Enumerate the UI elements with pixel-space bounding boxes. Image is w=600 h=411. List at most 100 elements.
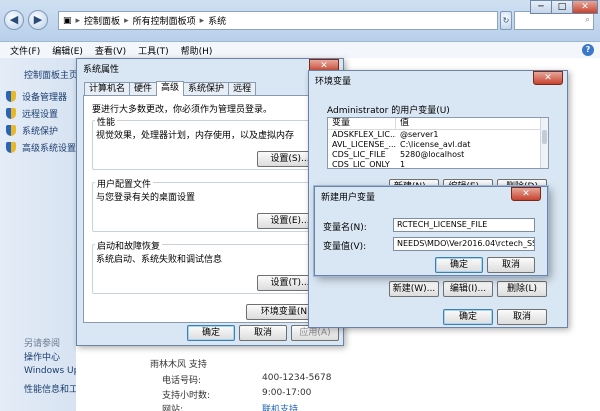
newvar-close-button[interactable]: ✕ — [511, 187, 541, 201]
group-title: 用户配置文件 — [95, 177, 154, 190]
breadcrumb-item[interactable]: 所有控制面板项 — [133, 14, 196, 27]
menu-view[interactable]: 查看(V) — [95, 44, 126, 57]
sidebar-item-protection[interactable]: 系统保护 — [6, 124, 58, 137]
tab-remote[interactable]: 远程 — [228, 82, 257, 96]
table-row[interactable]: CDS_LIC_ONLY 1 — [328, 160, 548, 169]
address-bar[interactable]: ▣ ▸ 控制面板 ▸ 所有控制面板项 ▸ 系统 — [58, 11, 498, 30]
support-hours-label: 支持小时数: — [162, 391, 211, 401]
see-also-title: 另请参阅 — [24, 339, 61, 349]
breadcrumb-separator-icon: ▸ — [124, 15, 129, 26]
var-name: CDS_LIC_FILE — [332, 150, 386, 159]
shield-icon — [6, 91, 16, 102]
column-header-value[interactable]: 值 — [396, 118, 409, 129]
newvar-ok-button[interactable]: 确定 — [435, 257, 483, 273]
tab-panel: 要进行大多数更改，你必须作为管理员登录。 性能 视觉效果，处理器计划，内存使用，… — [83, 95, 339, 323]
table-scrollbar[interactable] — [540, 118, 548, 168]
user-vars-table[interactable]: 变量 值 ADSKFLEX_LIC... @server1 AVL_LICENSE… — [327, 117, 549, 169]
env-ok-button[interactable]: 确定 — [443, 309, 493, 325]
shield-icon — [6, 142, 16, 153]
support-phone-value: 400-1234-5678 — [262, 373, 332, 383]
env-cancel-button[interactable]: 取消 — [497, 309, 547, 325]
breadcrumb-separator-icon: ▸ — [199, 15, 205, 26]
sidebar-item-label: 设备管理器 — [22, 93, 68, 103]
var-value-input[interactable]: NEEDS\MDO\Ver2016.04\rctech_SSQ.dat — [393, 237, 535, 251]
var-value: 5280@localhost — [400, 150, 465, 159]
sidebar-item-label: 系统保护 — [22, 127, 59, 137]
breadcrumb-item[interactable]: 控制面板 — [84, 14, 120, 27]
new-user-variable-dialog: 新建用户变量 ✕ 变量名(N): RCTECH_LICENSE_FILE 变量值… — [314, 186, 548, 276]
var-name: ADSKFLEX_LIC... — [332, 130, 396, 139]
sidebar-item-advanced[interactable]: 高级系统设置 — [6, 141, 76, 154]
sidebar-item-device-manager[interactable]: 设备管理器 — [6, 90, 67, 103]
dialog-title: 新建用户变量 — [321, 193, 376, 203]
sidebar-item-label: 高级系统设置 — [22, 144, 77, 154]
table-row[interactable]: CDS_LIC_FILE 5280@localhost — [328, 150, 548, 160]
var-name: CDS_LIC_ONLY — [332, 160, 390, 169]
forward-icon[interactable]: ▶ — [28, 10, 48, 30]
system-new-button[interactable]: 新建(W)... — [389, 281, 439, 297]
tab-hardware[interactable]: 硬件 — [129, 82, 158, 96]
dialog-title: 系统属性 — [83, 65, 120, 75]
tab-computer-name[interactable]: 计算机名 — [84, 82, 131, 96]
help-icon[interactable]: ? — [582, 44, 594, 56]
explorer-close-button[interactable]: ✕ — [572, 0, 598, 14]
group-user-profile: 用户配置文件 与您登录有关的桌面设置 设置(E)... — [92, 177, 328, 232]
system-properties-dialog: 系统属性 ✕ 计算机名 硬件 高级 系统保护 远程 要进行大多数更改，你必须作为… — [76, 58, 344, 346]
group-desc: 系统启动、系统失败和调试信息 — [96, 255, 223, 265]
support-site-link[interactable]: 联机支持 — [262, 402, 298, 411]
group-title: 启动和故障恢复 — [95, 239, 163, 252]
newvar-cancel-button[interactable]: 取消 — [487, 257, 535, 273]
table-header: 变量 值 — [328, 118, 548, 130]
system-delete-button[interactable]: 删除(L) — [497, 281, 547, 297]
group-desc: 与您登录有关的桌面设置 — [96, 193, 196, 203]
sidebar: 控制面板主页 设备管理器 远程设置 系统保护 高级系统设置 另请参阅 操作中心 … — [0, 58, 100, 411]
menu-tools[interactable]: 工具(T) — [138, 44, 169, 57]
shield-icon — [6, 125, 16, 136]
sysprop-ok-button[interactable]: 确定 — [187, 325, 235, 341]
back-icon[interactable]: ◀ — [4, 10, 24, 30]
minimize-button[interactable]: ─ — [530, 0, 552, 14]
menu-bar: 文件(F) 编辑(E) 查看(V) 工具(T) 帮助(H) — [0, 42, 600, 58]
var-name-label: 变量名(N): — [323, 223, 367, 233]
group-startup-recovery: 启动和故障恢复 系统启动、系统失败和调试信息 设置(T)... — [92, 239, 328, 294]
scrollbar-thumb[interactable] — [542, 130, 547, 144]
table-row[interactable]: ADSKFLEX_LIC... @server1 — [328, 130, 548, 140]
sysprop-cancel-button[interactable]: 取消 — [239, 325, 287, 341]
sidebar-item-remote[interactable]: 远程设置 — [6, 107, 58, 120]
dialog-title: 环境变量 — [315, 77, 352, 87]
search-icon: ⌕ — [584, 15, 590, 25]
breadcrumb-separator-icon: ▸ — [75, 15, 81, 26]
support-hours-value: 9:00-17:00 — [262, 388, 312, 398]
tab-advanced[interactable]: 高级 — [156, 81, 185, 96]
var-value: C:\license_avl.dat — [400, 140, 471, 149]
system-edit-button[interactable]: 编辑(I)... — [443, 281, 493, 297]
maximize-button[interactable]: □ — [551, 0, 573, 14]
explorer-titlebar: ◀ ▶ ▣ ▸ 控制面板 ▸ 所有控制面板项 ▸ 系统 ↻ ⌕ ─ □ ✕ — [0, 0, 600, 42]
menu-file[interactable]: 文件(F) — [10, 44, 40, 57]
var-value-label: 变量值(V): — [323, 242, 367, 252]
menu-edit[interactable]: 编辑(E) — [52, 44, 83, 57]
support-title: 雨林木风 支持 — [150, 360, 207, 370]
group-desc: 视觉效果，处理器计划，内存使用，以及虚拟内存 — [96, 131, 295, 141]
env-close-button[interactable]: ✕ — [533, 71, 563, 85]
address-folder-icon: ▣ — [63, 15, 72, 26]
sidebar-item-label: 远程设置 — [22, 110, 59, 120]
menu-help[interactable]: 帮助(H) — [181, 44, 213, 57]
var-name: AVL_LICENSE_... — [332, 140, 396, 149]
see-also-action-center[interactable]: 操作中心 — [24, 350, 60, 363]
table-row[interactable]: AVL_LICENSE_... C:\license_avl.dat — [328, 140, 548, 150]
column-header-variable[interactable]: 变量 — [328, 118, 396, 129]
user-vars-label: Administrator 的用户变量(U) — [327, 106, 450, 116]
sidebar-home-link[interactable]: 控制面板主页 — [24, 68, 78, 81]
admin-notice: 要进行大多数更改，你必须作为管理员登录。 — [92, 105, 273, 115]
var-value: @server1 — [400, 130, 439, 139]
breadcrumb-item[interactable]: 系统 — [208, 14, 226, 27]
refresh-icon[interactable]: ↻ — [500, 11, 512, 30]
tab-bar: 计算机名 硬件 高级 系统保护 远程 — [84, 81, 257, 96]
shield-icon — [6, 108, 16, 119]
group-performance: 性能 视觉效果，处理器计划，内存使用，以及虚拟内存 设置(S)... — [92, 115, 328, 170]
var-value: 1 — [400, 160, 406, 169]
var-name-input[interactable]: RCTECH_LICENSE_FILE — [393, 218, 535, 232]
group-title: 性能 — [95, 115, 118, 128]
tab-system-protection[interactable]: 系统保护 — [183, 82, 230, 96]
